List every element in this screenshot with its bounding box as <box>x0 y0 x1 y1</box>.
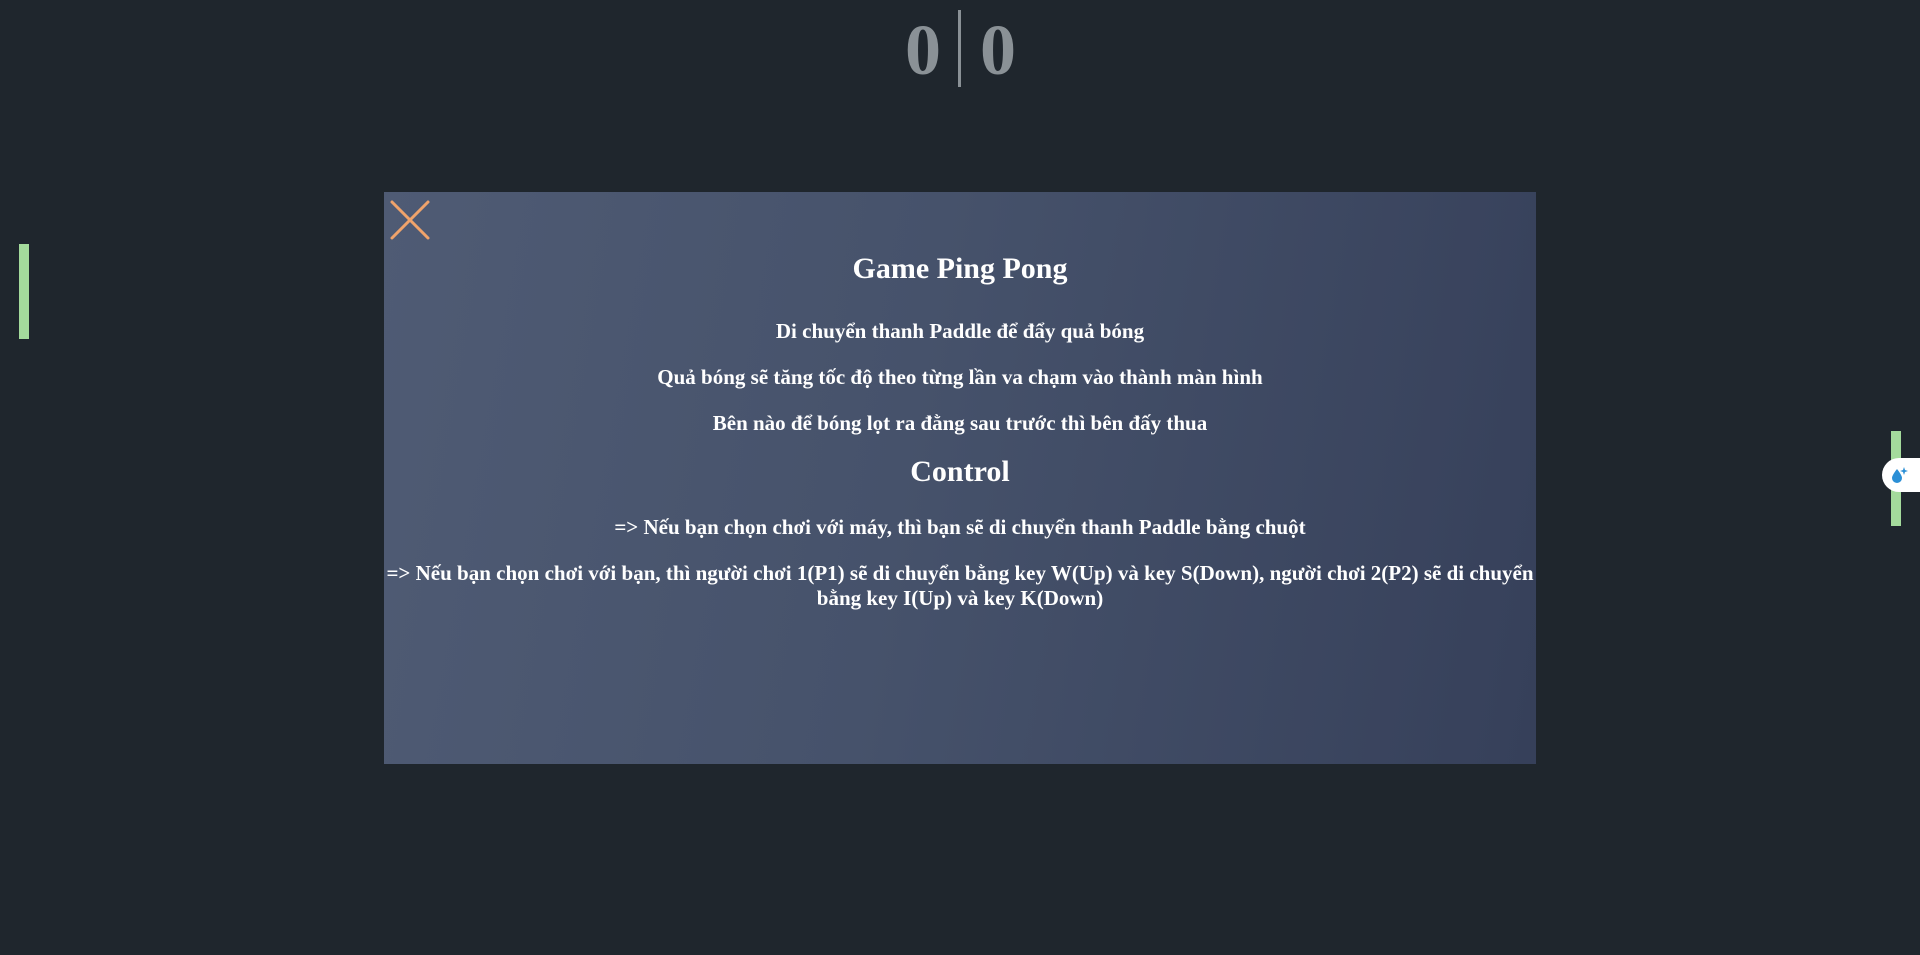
modal-title: Game Ping Pong <box>852 252 1068 285</box>
player-1-score: 0 <box>905 10 941 90</box>
rule-text: Bên nào để bóng lọt ra đằng sau trước th… <box>712 411 1208 435</box>
control-heading: Control <box>910 455 1010 488</box>
water-drop-sparkle-icon <box>1892 467 1908 483</box>
rule-text: Di chuyển thanh Paddle để đẩy quả bóng <box>775 319 1145 343</box>
player-2-score: 0 <box>980 10 1016 90</box>
control-instruction: => Nếu bạn chọn chơi với bạn, thì người … <box>386 561 1534 610</box>
close-button[interactable] <box>388 198 432 242</box>
extension-widget-button[interactable] <box>1882 458 1920 492</box>
score-divider <box>958 10 961 87</box>
game-board[interactable]: 0 0 Game Ping Pong Di chuyển thanh Paddl… <box>0 0 1920 955</box>
control-instruction: => Nếu bạn chọn chơi với máy, thì bạn sẽ… <box>614 515 1306 539</box>
rule-text: Quả bóng sẽ tăng tốc độ theo từng lần va… <box>657 365 1263 389</box>
close-icon <box>390 200 430 240</box>
left-paddle <box>19 244 29 339</box>
instructions-modal: Game Ping Pong Di chuyển thanh Paddle để… <box>384 192 1536 764</box>
